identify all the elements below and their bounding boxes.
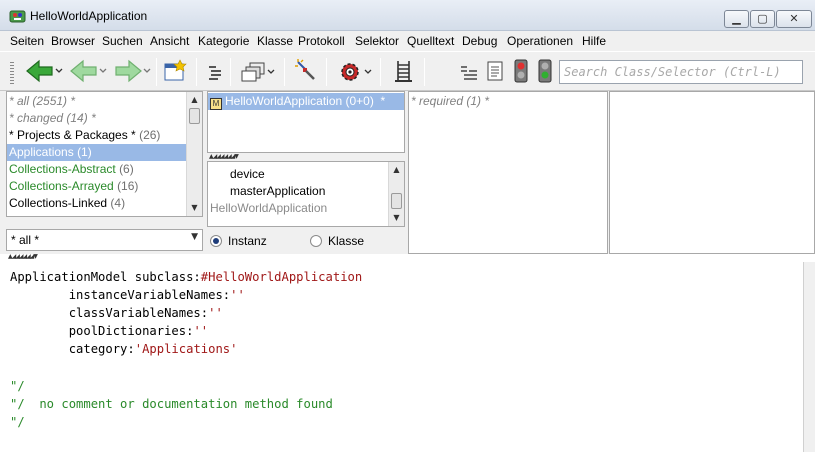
instanz-radio[interactable] (210, 235, 222, 247)
toolbar (0, 51, 815, 91)
menu-seiten[interactable]: Seiten (10, 34, 44, 48)
maximize-button[interactable]: ▢ (750, 10, 775, 28)
scroll-thumb[interactable] (391, 193, 402, 209)
editor-scrollbar[interactable] (803, 262, 815, 452)
menu-debug[interactable]: Debug (462, 34, 497, 48)
scroll-up-icon[interactable]: ▲ (187, 92, 202, 108)
selector-list[interactable] (609, 91, 815, 254)
list-item[interactable]: * required (1) * (411, 93, 489, 110)
traffic-light-red-button[interactable] (510, 58, 532, 84)
menu-hilfe[interactable]: Hilfe (582, 34, 606, 48)
back-button[interactable] (24, 58, 64, 84)
code-text[interactable]: ApplicationModel subclass:#HelloWorldApp… (10, 268, 362, 431)
windows-button[interactable] (240, 58, 280, 84)
window-title: HelloWorldApplication (30, 9, 148, 23)
list-item[interactable]: Collections-Arrayed (16) (9, 178, 138, 195)
toolbar-separator (380, 58, 381, 86)
search-box[interactable] (559, 60, 803, 84)
list-item[interactable]: * Projects & Packages * (26) (9, 127, 160, 144)
klasse-label: Klasse (328, 234, 365, 248)
scroll-down-icon[interactable]: ▼ (187, 200, 202, 216)
list-item[interactable]: device (230, 166, 265, 183)
chevron-down-icon: ▼ (191, 232, 198, 242)
indent-lines-icon (209, 66, 221, 80)
scroll-down-icon[interactable]: ▼ (389, 210, 404, 226)
protocol-list[interactable]: * required (1) * (408, 91, 608, 254)
back-arrow-icon (26, 59, 63, 83)
menu-protokoll[interactable]: Protokoll (298, 34, 345, 48)
traffic-light-red-icon (514, 59, 528, 83)
new-browser-button[interactable] (162, 58, 188, 84)
menu-suchen[interactable]: Suchen (102, 34, 143, 48)
category-filter-dropdown[interactable]: * all * ▼ (6, 229, 203, 251)
magic-wand-button[interactable] (292, 58, 318, 84)
class-icon: M (210, 98, 222, 110)
class-list[interactable]: M HelloWorldApplication (0+0) * (207, 91, 405, 153)
back-light-arrow-icon (70, 59, 107, 83)
stacked-windows-icon (241, 62, 275, 82)
variables-list[interactable]: device masterApplication HelloWorldAppli… (207, 161, 405, 227)
scroll-thumb[interactable] (189, 108, 200, 124)
category-scrollbar[interactable]: ▲ ▼ (186, 92, 202, 216)
toolbar-separator (284, 58, 285, 86)
format-code-button[interactable] (458, 58, 480, 84)
magic-wand-icon (295, 59, 315, 80)
list-item-selected[interactable]: M HelloWorldApplication (0+0) * (208, 93, 404, 110)
minimize-icon: ▁ (732, 12, 741, 25)
menu-ansicht[interactable]: Ansicht (150, 34, 189, 48)
menu-browser[interactable]: Browser (51, 34, 95, 48)
list-item[interactable]: * changed (14) * (9, 110, 96, 127)
back-disabled-button[interactable] (68, 58, 108, 84)
list-item[interactable]: Collections-Linked (4) (9, 195, 125, 212)
klasse-radio[interactable] (310, 235, 322, 247)
app-icon (9, 9, 26, 23)
minimize-button[interactable]: ▁ (724, 10, 749, 28)
document-button[interactable] (484, 58, 506, 84)
variables-scrollbar[interactable]: ▲ ▼ (388, 162, 404, 226)
new-window-icon (164, 59, 187, 81)
format-button[interactable] (204, 58, 226, 84)
build-button[interactable] (392, 58, 416, 84)
toolbar-separator (196, 58, 197, 86)
traffic-light-green-icon (538, 59, 552, 83)
forward-button[interactable] (112, 58, 152, 84)
toolbar-separator (424, 58, 425, 86)
document-icon (487, 61, 503, 81)
list-item[interactable]: Collections-Abstract (6) (9, 161, 134, 178)
maximize-icon: ▢ (757, 12, 768, 25)
ladder-icon (395, 61, 412, 82)
bug-gear-icon (341, 63, 372, 81)
list-item[interactable]: masterApplication (230, 183, 325, 200)
search-input[interactable] (560, 61, 802, 83)
editor-splitter-handle[interactable]: ▲◢◢◢◢◢◢▼ (8, 254, 72, 260)
traffic-light-green-button[interactable] (534, 58, 556, 84)
toolbar-separator (156, 58, 157, 86)
toolbar-grip[interactable] (10, 62, 14, 84)
variables-class-label: HelloWorldApplication (210, 201, 328, 215)
menu-bar: Seiten Browser Suchen Ansicht Kategorie … (0, 31, 815, 51)
debug-button[interactable] (336, 58, 376, 84)
code-editor[interactable]: ApplicationModel subclass:#HelloWorldApp… (0, 262, 803, 452)
category-filter-value: * all * (11, 233, 40, 247)
menu-operationen[interactable]: Operationen (507, 34, 573, 48)
menu-kategorie[interactable]: Kategorie (198, 34, 249, 48)
menu-quelltext[interactable]: Quelltext (407, 34, 454, 48)
category-list[interactable]: * all (2551) * * changed (14) * * Projec… (6, 91, 203, 217)
menu-klasse[interactable]: Klasse (257, 34, 293, 48)
list-item-selected[interactable]: Applications (1) (7, 144, 186, 161)
toolbar-separator (230, 58, 231, 86)
title-bar: HelloWorldApplication ▁ ▢ ✕ (0, 0, 815, 31)
text-lines-icon (461, 66, 477, 80)
toolbar-separator (326, 58, 327, 86)
scroll-up-icon[interactable]: ▲ (389, 162, 404, 178)
close-button[interactable]: ✕ (776, 10, 812, 28)
browser-panes: * all (2551) * * changed (14) * * Projec… (0, 91, 815, 254)
splitter-handle[interactable]: ▲◢◢◢◢◢◢▼ (209, 154, 273, 160)
instanz-label: Instanz (228, 234, 267, 248)
list-item[interactable]: * all (2551) * (9, 93, 75, 110)
forward-arrow-icon (115, 59, 151, 83)
menu-selektor[interactable]: Selektor (355, 34, 399, 48)
close-icon: ✕ (789, 12, 799, 25)
